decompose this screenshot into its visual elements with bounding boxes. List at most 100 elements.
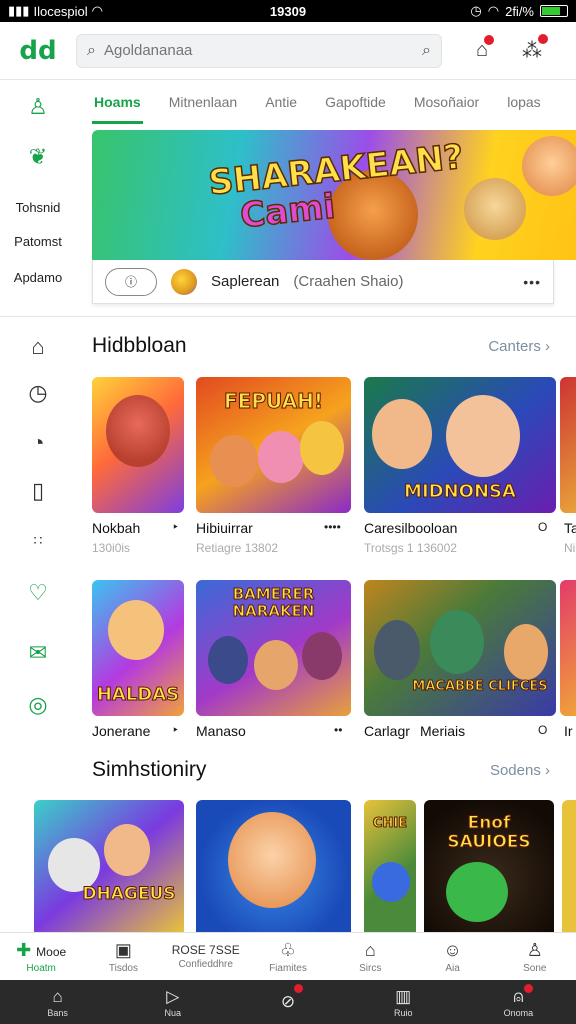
rail-heart[interactable]: ♡ [0, 580, 76, 606]
sys-nav-home-label: Bans [47, 1007, 68, 1018]
rail-clock[interactable]: ◷ [0, 380, 76, 406]
section-1-header: Hidbbloan Canters › [92, 334, 576, 358]
nav-sircs[interactable]: ⌂ Sircs [329, 933, 411, 980]
game-thumbnail[interactable] [560, 580, 576, 716]
hero-banner[interactable]: SHARAKEAN? Cami [92, 130, 576, 260]
status-bar: ▮▮▮ Ilocespiol ◠ 19309 ◷ ◠ 2fi/% [0, 0, 576, 22]
sys-nav-book[interactable]: ▥ Ruio [346, 980, 461, 1024]
rail-camera[interactable]: ◎ [0, 692, 76, 718]
game-art-title: HALDAS [96, 684, 180, 706]
nav-sircs-label: Sircs [359, 962, 382, 974]
battery-icon [540, 5, 568, 17]
more-icon[interactable]: •••• [324, 520, 341, 534]
banner-info-strip: ⓘ Saplerean (Craahen Shaio) ••• [92, 260, 554, 304]
game-thumbnail[interactable]: MACABBE CLIFCES [364, 580, 556, 716]
sys-nav-home[interactable]: ⌂ Bans [0, 980, 115, 1024]
top-bar: dd ⌕ ⌕ ⌂ ⁂ [0, 22, 576, 80]
rail-gift[interactable]: ✉ [0, 640, 76, 666]
nav-aia[interactable]: ☺ Aia [411, 933, 493, 980]
more-icon[interactable]: •• [334, 723, 342, 737]
tab-4[interactable]: Gapoftide [311, 80, 400, 124]
game-thumbnail[interactable]: HALDAS [92, 580, 184, 716]
game-name[interactable]: Ta [564, 520, 576, 536]
sys-nav-user[interactable]: ⍝ Onoma [461, 980, 576, 1024]
section-divider [0, 316, 576, 317]
sys-nav-play[interactable]: ▷ Nua [115, 980, 230, 1024]
chat-icon: ☺ [443, 939, 462, 960]
rail-leaf[interactable]: ❦ [0, 144, 76, 170]
more-icon[interactable]: ‣ [172, 723, 179, 737]
nav-tisdos[interactable]: ▣ Tisdos [82, 933, 164, 980]
more-icon[interactable]: O [538, 723, 547, 737]
game-thumbnail[interactable]: CHIE [364, 800, 416, 932]
game-art-title: MACABBE CLIFCES [412, 679, 548, 694]
publisher-sub: (Craahen Shaio) [293, 273, 404, 290]
game-name[interactable]: Carlagr [364, 723, 410, 739]
info-button[interactable]: ⓘ [105, 267, 157, 296]
rail-label-1[interactable]: Tohsnid [0, 200, 76, 215]
tab-2[interactable]: Mitnenlaan [155, 80, 252, 124]
game-thumbnail[interactable] [560, 377, 576, 513]
game-thumbnail[interactable]: FEPUAH! [196, 377, 351, 513]
search-input[interactable] [103, 42, 415, 59]
nav-confieddhre[interactable]: ROSE 7SSE Confieddhre [165, 933, 247, 980]
nav-fiamites-label: Fiamites [269, 962, 307, 974]
compass-badge [293, 984, 303, 993]
game-name[interactable]: Meriais [420, 723, 465, 739]
game-name[interactable]: Nokbah [92, 520, 140, 536]
nav-tisdos-label: Tisdos [108, 962, 138, 974]
notification-icon[interactable]: ⌂ [476, 35, 495, 62]
tab-home[interactable]: Hoams [92, 80, 143, 124]
game-name[interactable]: Hibiuirrar [196, 520, 253, 536]
rail-home[interactable]: ⌂ [0, 334, 76, 360]
rail-dots[interactable]: ∷ [0, 532, 76, 549]
section-2-link[interactable]: Sodens › [490, 762, 550, 779]
tab-5[interactable]: Mosoñaior [400, 80, 493, 124]
rail-timer[interactable]: ◔ [0, 430, 76, 456]
wifi-icon: ◠ [91, 3, 104, 18]
game-thumbnail[interactable]: MIDNONSA [364, 377, 556, 513]
message-icon: ▣ [114, 939, 132, 960]
boy-character-image [228, 812, 316, 908]
sys-nav-play-label: Nua [164, 1007, 182, 1018]
app-logo[interactable]: dd [0, 36, 76, 66]
game-thumbnail[interactable] [92, 377, 184, 513]
game-thumbnail[interactable]: Enof SAUIOES [424, 800, 554, 932]
nav-sone[interactable]: ♙ Sone [494, 933, 576, 980]
rail-book[interactable]: ▯ [0, 478, 76, 504]
search-bar[interactable]: ⌕ ⌕ [76, 33, 442, 68]
game-thumbnail[interactable]: BAMERER NARAKEN [196, 580, 351, 716]
rail-label-2[interactable]: Patomst [0, 234, 76, 249]
more-options-icon[interactable]: ••• [523, 274, 541, 290]
gamepad-icon: ✚ Mooe [16, 939, 67, 960]
section-2-header: Simhstioniry Sodens › [92, 758, 576, 782]
game-name[interactable]: Jonerane [92, 723, 150, 739]
section-1-link[interactable]: Canters › [488, 338, 550, 355]
character-image [446, 395, 520, 477]
game-name[interactable]: Caresilbooloan [364, 520, 457, 536]
game-thumbnail[interactable] [562, 800, 576, 932]
tab-3[interactable]: Antie [251, 80, 311, 124]
tab-6[interactable]: lopas [493, 80, 554, 124]
game-thumbnail[interactable] [196, 800, 351, 932]
timer-icon: ◔ [31, 430, 45, 455]
nav-fiamites[interactable]: ♧ Fiamites [247, 933, 329, 980]
game-name[interactable]: Manaso [196, 723, 246, 739]
game-name[interactable]: Ir [564, 723, 573, 739]
more-icon[interactable]: ‣ [172, 520, 179, 534]
character-image [208, 636, 248, 684]
sys-nav-compass[interactable]: ⊘ [230, 980, 345, 1024]
category-tabs: Hoams Mitnenlaan Antie Gapoftide Mosoñai… [92, 80, 576, 124]
nav-home[interactable]: ✚ Mooe Hoatm [0, 933, 82, 980]
more-icon[interactable]: O [538, 520, 547, 534]
section-2-title: Simhstioniry [92, 758, 207, 781]
nav-home-extra: Mooe [36, 944, 67, 959]
search-submit-icon[interactable]: ⌕ [422, 42, 431, 60]
share-badge [538, 34, 549, 44]
game-thumbnail[interactable]: DHAGEUS [34, 800, 184, 932]
profile-icon: ♙ [526, 939, 543, 960]
book-icon: ▯ [31, 478, 45, 503]
share-icon[interactable]: ⁂ [522, 34, 549, 63]
rail-account[interactable]: ♙ [0, 94, 76, 120]
rail-label-3[interactable]: Apdamo [0, 270, 76, 285]
